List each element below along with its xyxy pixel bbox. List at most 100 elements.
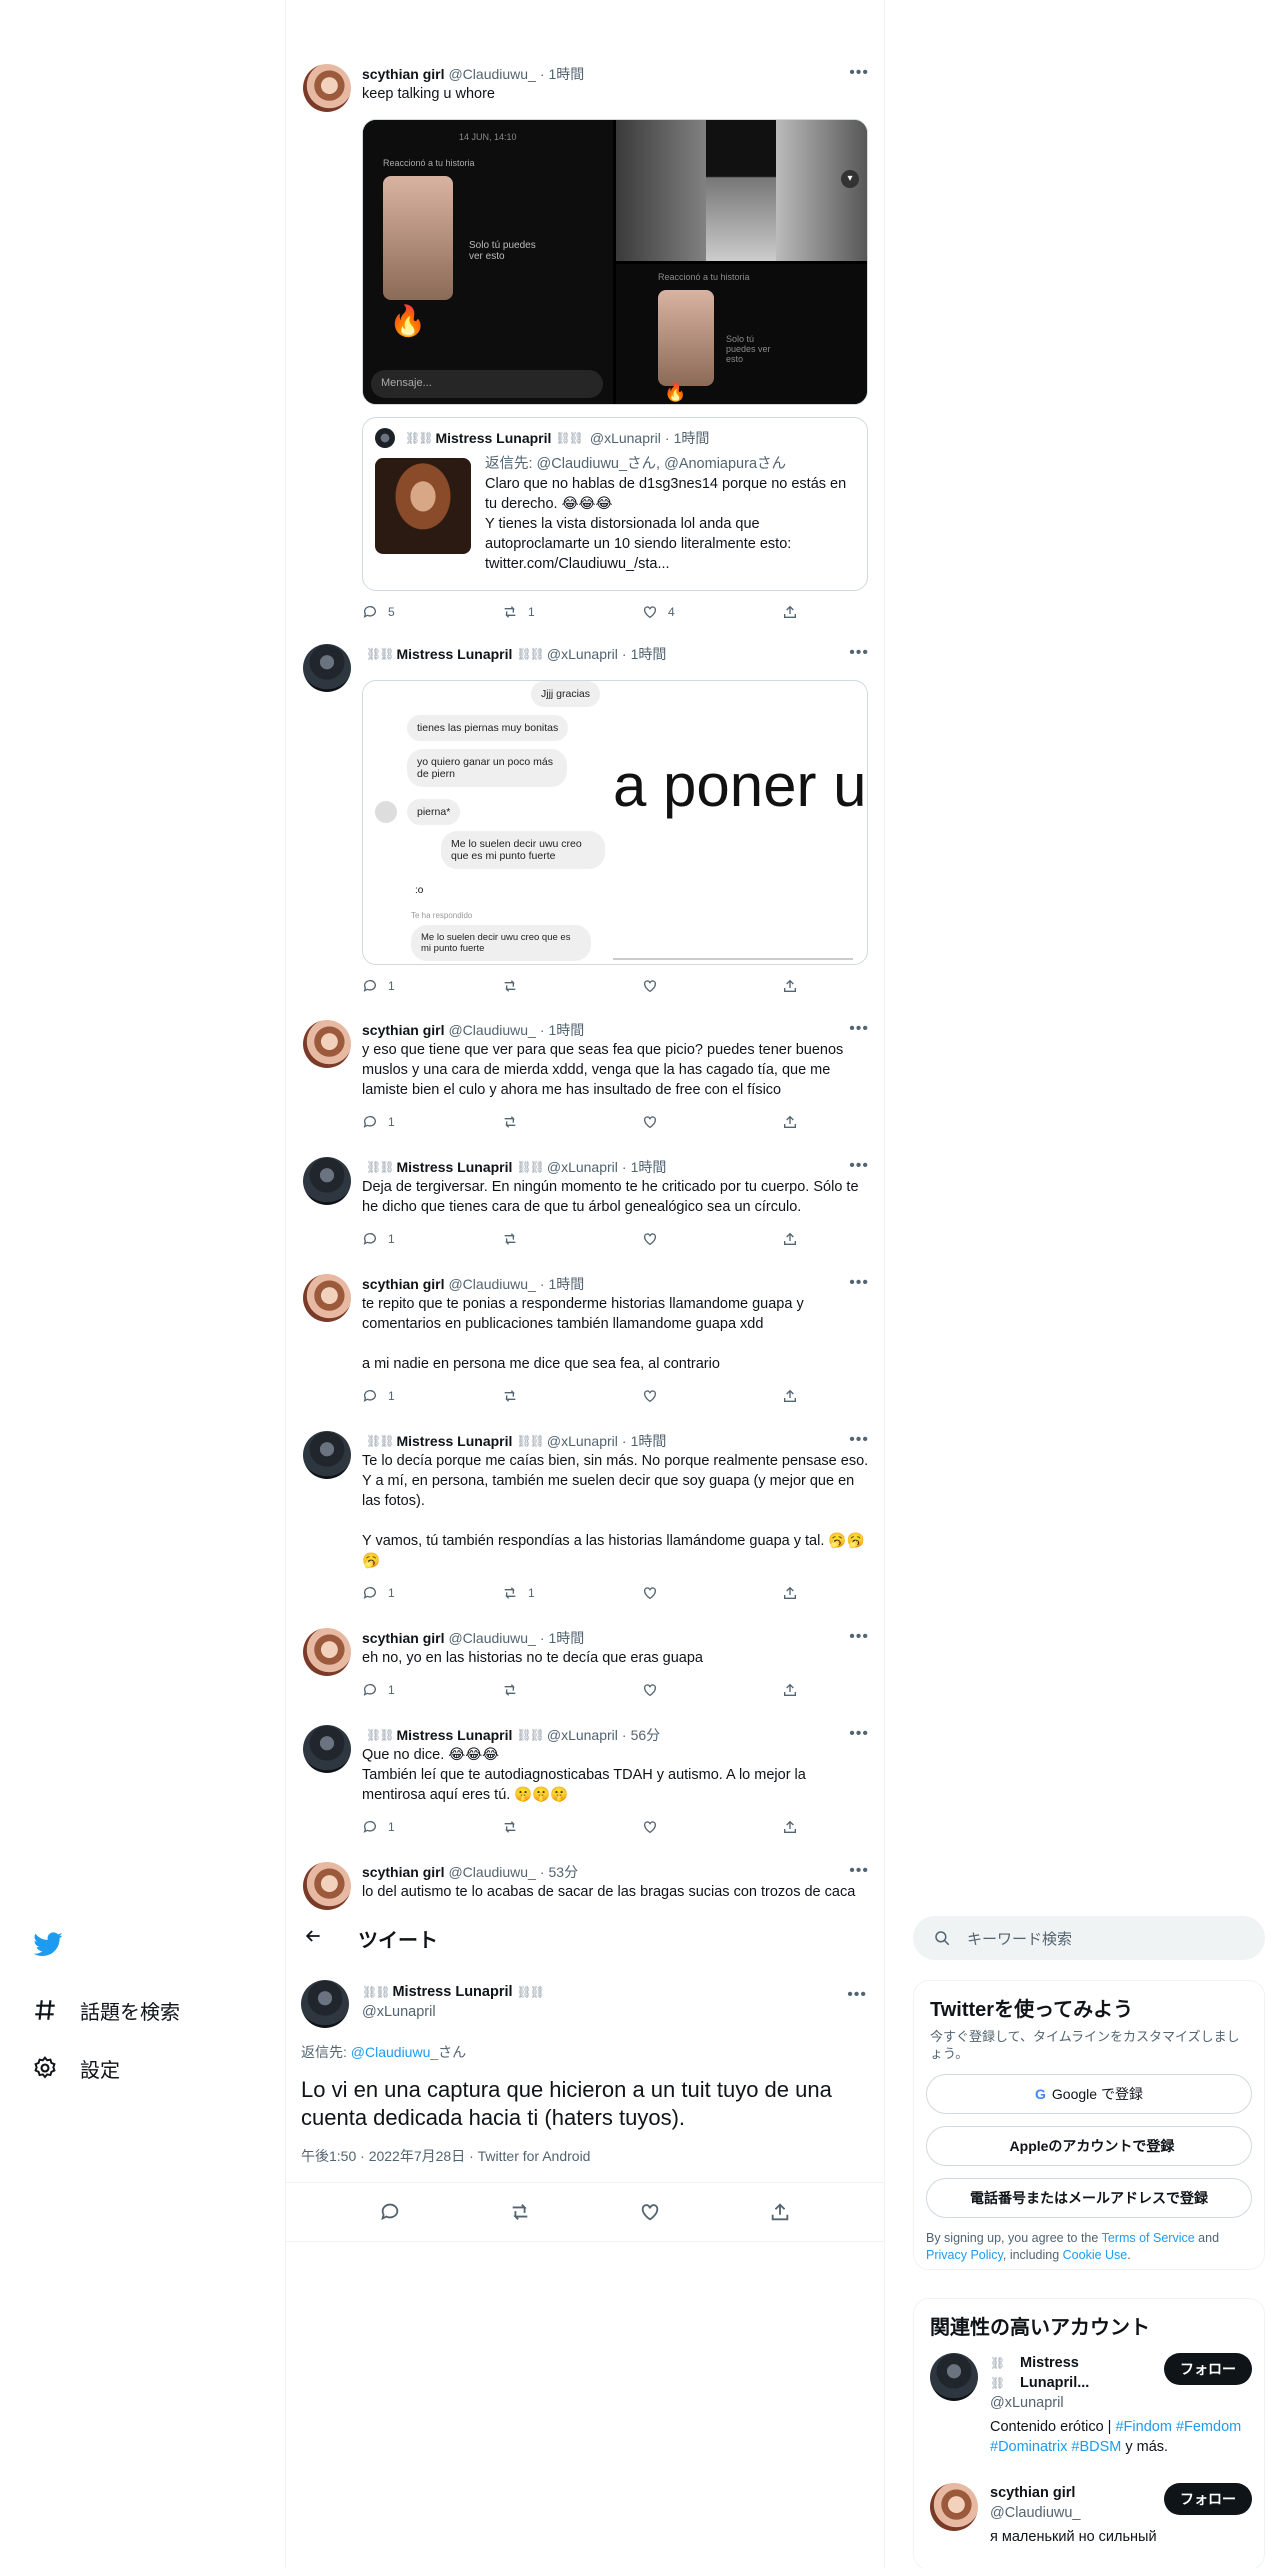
- retweet-button[interactable]: [502, 1388, 612, 1404]
- hashtag-link[interactable]: #Dominatrix: [990, 2439, 1067, 2455]
- cookie-link[interactable]: Cookie Use: [1063, 2248, 1128, 2262]
- tweet[interactable]: ⛓⛓ Mistress Lunapril ⛓⛓ @xLunapril · 1時間 ••• …: [285, 1431, 885, 1621]
- tweet[interactable]: ⛓⛓ Mistress Lunapril ⛓⛓ @xLunapril · 56分 ••• …: [285, 1725, 885, 1835]
- account-name[interactable]: scythian girl: [990, 2483, 1150, 2503]
- share-button[interactable]: [782, 1114, 802, 1130]
- like-button[interactable]: [642, 1585, 752, 1601]
- avatar[interactable]: [930, 2353, 978, 2401]
- tweet-time[interactable]: 56分: [631, 1725, 661, 1745]
- tweet[interactable]: scythian girl @Claudiuwu_ · 1時間 ••• keep…: [285, 64, 885, 634]
- reply-icon[interactable]: [379, 2201, 401, 2223]
- share-button[interactable]: [782, 604, 802, 620]
- search-input[interactable]: キーワード検索: [913, 1916, 1265, 1960]
- heart-icon[interactable]: [639, 2201, 661, 2223]
- share-button[interactable]: [782, 1682, 802, 1698]
- user-handle[interactable]: @Claudiuwu_: [448, 1630, 535, 1646]
- share-icon[interactable]: [769, 2201, 791, 2223]
- avatar[interactable]: [303, 644, 351, 692]
- reply-button[interactable]: 5: [362, 604, 472, 620]
- user-name[interactable]: scythian girl: [362, 1864, 444, 1880]
- tweet[interactable]: scythian girl @Claudiuwu_ · 1時間 ••• eh no, …: [285, 1628, 885, 1718]
- user-name[interactable]: Mistress Lunapril: [392, 1982, 512, 2002]
- quote-tweet[interactable]: ⛓⛓ Mistress Lunapril ⛓⛓ @xLunapril · 1時間…: [362, 417, 868, 591]
- share-button[interactable]: [782, 1231, 802, 1247]
- reply-button[interactable]: 1: [362, 1682, 472, 1698]
- user-handle[interactable]: @Claudiuwu_: [448, 66, 535, 82]
- more-icon[interactable]: •••: [849, 1862, 869, 1880]
- more-icon[interactable]: •••: [849, 644, 869, 662]
- tweet-time[interactable]: 1時間: [631, 1431, 667, 1451]
- like-button[interactable]: [642, 1819, 752, 1835]
- avatar[interactable]: [303, 1274, 351, 1322]
- more-icon[interactable]: •••: [847, 1986, 867, 2004]
- more-icon[interactable]: •••: [849, 1274, 869, 1292]
- share-button[interactable]: [782, 1819, 802, 1835]
- reply-button[interactable]: 1: [362, 1388, 472, 1404]
- reply-button[interactable]: 1: [362, 1114, 472, 1130]
- hashtag-link[interactable]: #Femdom: [1176, 2419, 1241, 2435]
- user-name[interactable]: Mistress Lunapril: [396, 1159, 512, 1175]
- more-icon[interactable]: •••: [849, 64, 869, 82]
- media-grid[interactable]: 14 JUN, 14:10 Reaccionó a tu historia So…: [362, 119, 868, 405]
- user-handle[interactable]: @xLunapril: [547, 1433, 618, 1449]
- account-name[interactable]: Mistress Lunapril...: [1020, 2353, 1150, 2393]
- user-name[interactable]: scythian girl: [362, 1022, 444, 1038]
- google-signup-button[interactable]: G Google で登録: [926, 2074, 1252, 2114]
- user-handle[interactable]: @xLunapril: [547, 1727, 618, 1743]
- user-handle[interactable]: @xLunapril: [547, 646, 618, 662]
- terms-link[interactable]: Terms of Service: [1102, 2231, 1195, 2245]
- like-button[interactable]: [642, 978, 752, 994]
- retweet-icon[interactable]: [509, 2201, 531, 2223]
- more-icon[interactable]: •••: [849, 1628, 869, 1646]
- hashtag-link[interactable]: #BDSM: [1071, 2439, 1121, 2455]
- tweet[interactable]: ⛓⛓ Mistress Lunapril ⛓⛓ @xLunapril · 1時間 ••• …: [285, 1157, 885, 1267]
- apple-signup-button[interactable]: Appleのアカウントで登録: [926, 2126, 1252, 2166]
- media-image[interactable]: Reaccionó a tu historia Solo tú puedes v…: [616, 264, 867, 404]
- follow-button[interactable]: フォロー: [1164, 2353, 1252, 2385]
- back-arrow-icon[interactable]: [303, 1926, 323, 1946]
- avatar[interactable]: [303, 1725, 351, 1773]
- avatar[interactable]: [303, 1431, 351, 1479]
- share-button[interactable]: [782, 978, 802, 994]
- tweet-time[interactable]: 1時間: [549, 1020, 585, 1040]
- media-image[interactable]: 14 JUN, 14:10 Reaccionó a tu historia So…: [363, 120, 613, 404]
- tweet[interactable]: scythian girl @Claudiuwu_ · 1時間 ••• y eso q…: [285, 1020, 885, 1150]
- like-button[interactable]: [642, 1231, 752, 1247]
- avatar[interactable]: [303, 1628, 351, 1676]
- retweet-button[interactable]: [502, 1819, 612, 1835]
- tweet-time[interactable]: 1時間: [549, 1628, 585, 1648]
- more-icon[interactable]: •••: [849, 1020, 869, 1038]
- reply-to-link[interactable]: @Claudiuwu_: [351, 2044, 438, 2060]
- tweet-time[interactable]: 1時間: [631, 1157, 667, 1177]
- user-handle[interactable]: @xLunapril: [547, 1159, 618, 1175]
- avatar[interactable]: [301, 1980, 349, 2028]
- retweet-button[interactable]: [502, 978, 612, 994]
- more-icon[interactable]: •••: [849, 1157, 869, 1175]
- tweet-time[interactable]: 53分: [549, 1862, 579, 1882]
- user-name[interactable]: Mistress Lunapril: [396, 1433, 512, 1449]
- avatar[interactable]: [303, 1020, 351, 1068]
- avatar[interactable]: [303, 1862, 351, 1910]
- like-button[interactable]: [642, 1388, 752, 1404]
- user-name[interactable]: scythian girl: [362, 1276, 444, 1292]
- privacy-link[interactable]: Privacy Policy: [926, 2248, 1003, 2262]
- media-image[interactable]: Jjjj gracias tienes las piernas muy boni…: [362, 680, 868, 965]
- like-button[interactable]: [642, 1114, 752, 1130]
- tweet-time[interactable]: 1時間: [549, 1274, 585, 1294]
- retweet-button[interactable]: [502, 1114, 612, 1130]
- reply-button[interactable]: 1: [362, 1231, 472, 1247]
- retweet-button[interactable]: [502, 1231, 612, 1247]
- hashtag-link[interactable]: #Findom: [1115, 2419, 1171, 2435]
- avatar[interactable]: [303, 1157, 351, 1205]
- user-name[interactable]: Mistress Lunapril: [396, 646, 512, 662]
- user-name[interactable]: scythian girl: [362, 1630, 444, 1646]
- avatar[interactable]: [930, 2483, 978, 2531]
- tweet[interactable]: scythian girl @Claudiuwu_ · 53分 ••• lo del …: [285, 1862, 885, 1910]
- tweet-meta[interactable]: 午後1:50 · 2022年7月28日 · Twitter for Androi…: [301, 2146, 590, 2166]
- tweet[interactable]: ⛓⛓ Mistress Lunapril ⛓⛓ @xLunapril · 1時間…: [285, 644, 885, 1004]
- media-image[interactable]: ▾: [616, 120, 867, 261]
- retweet-button[interactable]: 1: [502, 1585, 612, 1601]
- share-button[interactable]: [782, 1585, 802, 1601]
- user-handle[interactable]: @Claudiuwu_: [448, 1864, 535, 1880]
- more-icon[interactable]: •••: [849, 1431, 869, 1449]
